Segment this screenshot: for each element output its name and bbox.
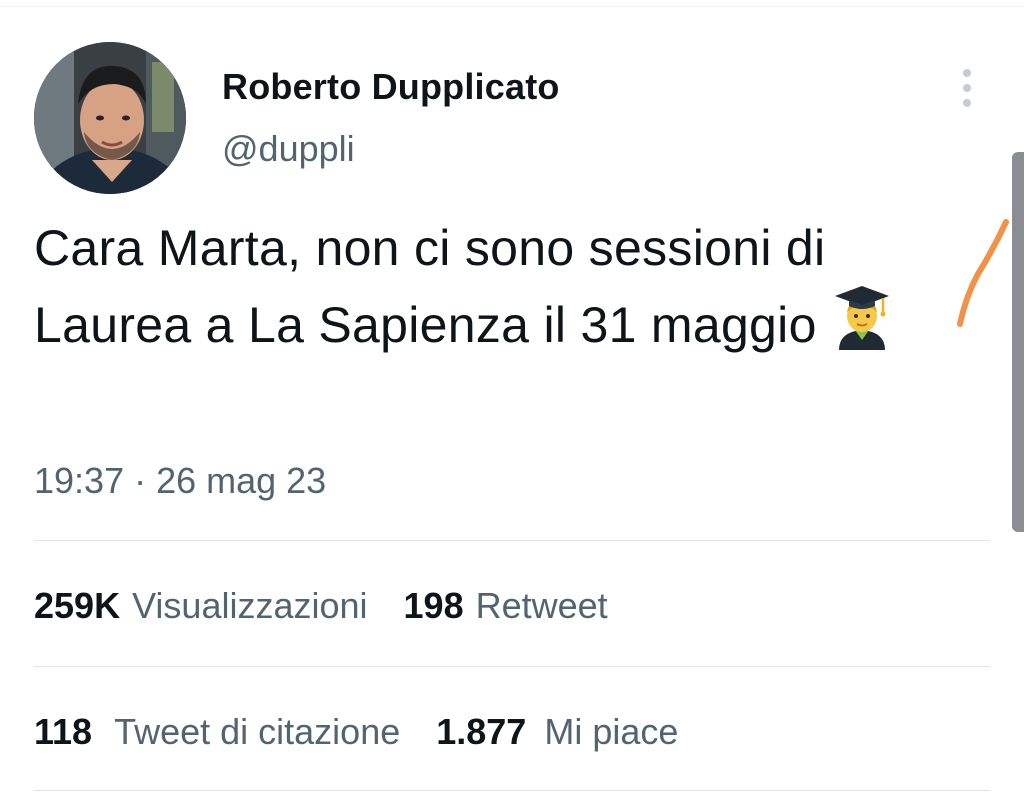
likes-label: Mi piace xyxy=(544,711,679,752)
more-dot xyxy=(963,84,971,92)
views-label: Visualizzazioni xyxy=(132,585,368,626)
stats-row-quotes-likes: 118 Tweet di citazione 1.877 Mi piace xyxy=(34,711,714,753)
retweets-stat[interactable]: 198 Retweet xyxy=(404,585,608,627)
likes-stat[interactable]: 1.877 Mi piace xyxy=(436,711,678,753)
views-count: 259K xyxy=(34,585,121,626)
quotes-label: Tweet di citazione xyxy=(114,711,401,752)
divider xyxy=(34,790,990,791)
quotes-count: 118 xyxy=(34,711,93,752)
retweets-count: 198 xyxy=(403,585,464,626)
top-divider xyxy=(0,6,1024,7)
stats-row-views-retweets: 259K Visualizzazioni 198 Retweet xyxy=(34,585,644,627)
retweets-label: Retweet xyxy=(475,585,608,626)
author-name[interactable]: Roberto Dupplicato xyxy=(222,66,560,108)
more-options-button[interactable] xyxy=(946,62,988,114)
divider xyxy=(34,540,990,541)
graduate-emoji-icon xyxy=(833,286,891,371)
orange-pen-annotation xyxy=(957,219,1009,327)
likes-count: 1.877 xyxy=(436,711,527,752)
more-dot xyxy=(963,99,971,107)
views-stat[interactable]: 259K Visualizzazioni xyxy=(34,585,368,627)
author-handle[interactable]: @duppli xyxy=(222,128,355,170)
tweet-body: Cara Marta, non ci sono sessioni di Laur… xyxy=(34,220,826,353)
divider xyxy=(34,666,990,667)
tweet-text: Cara Marta, non ci sono sessioni di Laur… xyxy=(34,210,964,371)
quotes-stat[interactable]: 118 Tweet di citazione xyxy=(34,711,400,753)
avatar[interactable] xyxy=(34,42,186,194)
tweet-timestamp[interactable]: 19:37 · 26 mag 23 xyxy=(34,460,326,502)
more-vertical-icon xyxy=(963,69,971,77)
scrollbar[interactable] xyxy=(1012,152,1024,532)
